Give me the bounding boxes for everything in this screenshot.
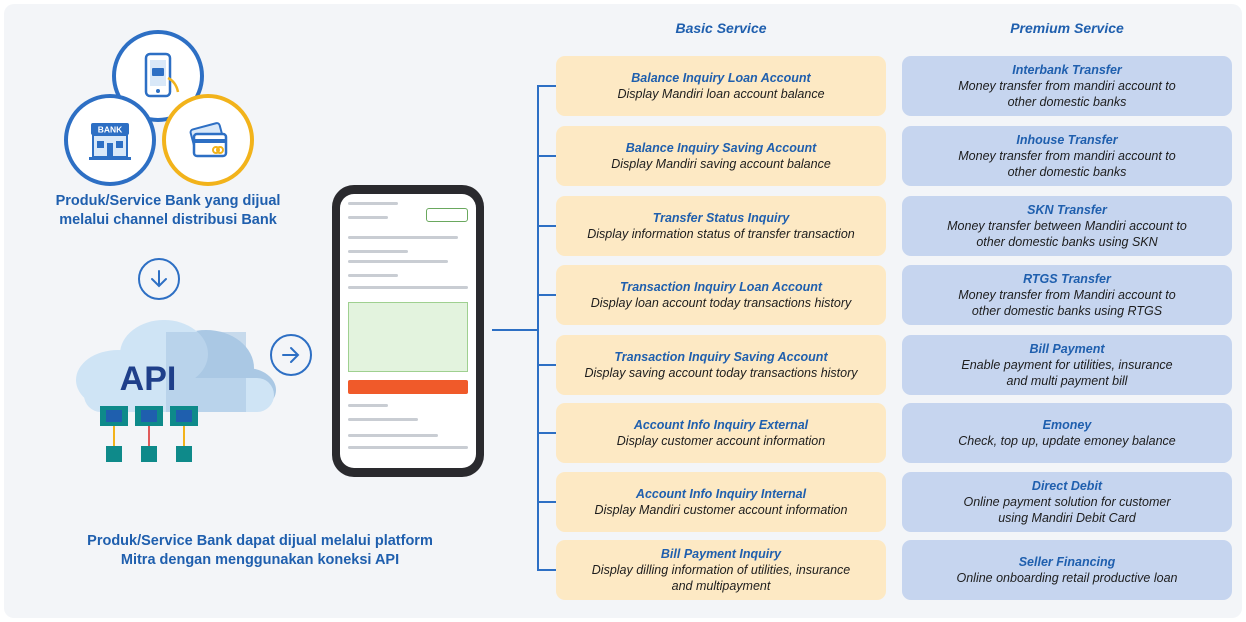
connector-branch (537, 225, 556, 227)
arrow-right-circle (270, 334, 312, 376)
card-circle (162, 94, 254, 186)
service-desc: Display loan account today transactions … (590, 296, 852, 310)
phone-top-button (426, 208, 468, 222)
connector-stub (492, 329, 537, 331)
basic-service-item: Bill Payment Inquiry Display dilling inf… (556, 540, 886, 600)
service-desc: Display customer account information (616, 434, 826, 448)
service-desc: Money transfer from mandiri account to o… (958, 79, 1176, 109)
service-title: Bill Payment Inquiry (660, 547, 782, 561)
service-title: Account Info Inquiry External (633, 418, 809, 432)
phone-mockup (332, 185, 484, 477)
service-title: Seller Financing (1018, 555, 1116, 569)
service-desc: Display Mandiri loan account balance (617, 87, 825, 101)
service-desc: Display saving account today transaction… (584, 366, 858, 380)
premium-service-item: Interbank Transfer Money transfer from m… (902, 56, 1232, 116)
service-desc: Money transfer from Mandiri account to o… (958, 288, 1176, 318)
service-title: Balance Inquiry Saving Account (625, 141, 817, 155)
service-title: Bill Payment (1029, 342, 1105, 356)
credit-card-icon (189, 122, 228, 158)
premium-service-item: Inhouse Transfer Money transfer from man… (902, 126, 1232, 186)
phone-screen (340, 194, 476, 468)
connector-branch (537, 501, 556, 503)
premium-service-header: Premium Service (1010, 20, 1124, 36)
service-title: Transaction Inquiry Saving Account (614, 350, 828, 364)
arrow-right-icon (282, 347, 300, 363)
bank-sign-text: BANK (98, 125, 123, 135)
basic-service-item: Transaction Inquiry Saving Account Displ… (556, 335, 886, 395)
basic-service-item: Account Info Inquiry External Display cu… (556, 403, 886, 463)
api-label: API (120, 360, 177, 398)
caption-top: Produk/Service Bank yang dijual melalui … (55, 193, 281, 228)
connector-trunk (537, 85, 539, 569)
basic-service-item: Transfer Status Inquiry Display informat… (556, 196, 886, 256)
premium-service-item: Bill Payment Enable payment for utilitie… (902, 335, 1232, 395)
connector-branch (537, 432, 556, 434)
service-title: Interbank Transfer (1012, 63, 1122, 77)
service-desc: Display dilling information of utilities… (591, 563, 851, 593)
basic-service-item: Transaction Inquiry Loan Account Display… (556, 265, 886, 325)
service-title: Inhouse Transfer (1016, 133, 1118, 147)
service-desc: Display Mandiri customer account informa… (594, 503, 848, 517)
service-desc: Money transfer from mandiri account to o… (958, 149, 1176, 179)
service-desc: Display Mandiri saving account balance (611, 157, 831, 171)
bank-circle: BANK (64, 94, 156, 186)
service-desc: Money transfer between Mandiri account t… (947, 219, 1187, 249)
service-desc: Enable payment for utilities, insurance … (961, 358, 1173, 388)
mobile-payment-icon (144, 52, 180, 98)
service-title: Direct Debit (1031, 479, 1103, 493)
basic-service-header: Basic Service (675, 20, 767, 36)
connector-branch (537, 569, 556, 571)
service-title: Emoney (1042, 418, 1092, 432)
phone-submit-bar (348, 380, 468, 394)
arrow-down-icon (151, 270, 167, 288)
service-desc: Online payment solution for customer usi… (963, 495, 1171, 525)
caption-bottom: Produk/Service Bank dapat dijual melalui… (87, 533, 433, 568)
arrow-down-circle (138, 258, 180, 300)
basic-service-item: Balance Inquiry Loan Account Display Man… (556, 56, 886, 116)
service-title: Transfer Status Inquiry (652, 211, 790, 225)
premium-service-item: SKN Transfer Money transfer between Mand… (902, 196, 1232, 256)
service-title: Account Info Inquiry Internal (635, 487, 807, 501)
service-desc: Online onboarding retail productive loan (956, 571, 1178, 585)
service-title: Balance Inquiry Loan Account (631, 71, 811, 85)
phone-info-box (348, 302, 468, 372)
api-cloud-graphic: API (76, 320, 276, 462)
premium-service-item: Seller Financing Online onboarding retai… (902, 540, 1232, 600)
basic-service-item: Balance Inquiry Saving Account Display M… (556, 126, 886, 186)
basic-service-item: Account Info Inquiry Internal Display Ma… (556, 472, 886, 532)
service-title: SKN Transfer (1027, 203, 1107, 217)
connector-branch (537, 364, 556, 366)
premium-service-item: Emoney Check, top up, update emoney bala… (902, 403, 1232, 463)
connector-branch (537, 155, 556, 157)
premium-service-item: RTGS Transfer Money transfer from Mandir… (902, 265, 1232, 325)
premium-service-item: Direct Debit Online payment solution for… (902, 472, 1232, 532)
service-desc: Display information status of transfer t… (587, 227, 855, 241)
connector-branch (537, 294, 556, 296)
service-title: RTGS Transfer (1023, 272, 1111, 286)
connector-branch (537, 85, 556, 87)
service-title: Transaction Inquiry Loan Account (619, 280, 823, 294)
service-desc: Check, top up, update emoney balance (958, 434, 1176, 448)
bank-building-icon: BANK (89, 123, 131, 160)
